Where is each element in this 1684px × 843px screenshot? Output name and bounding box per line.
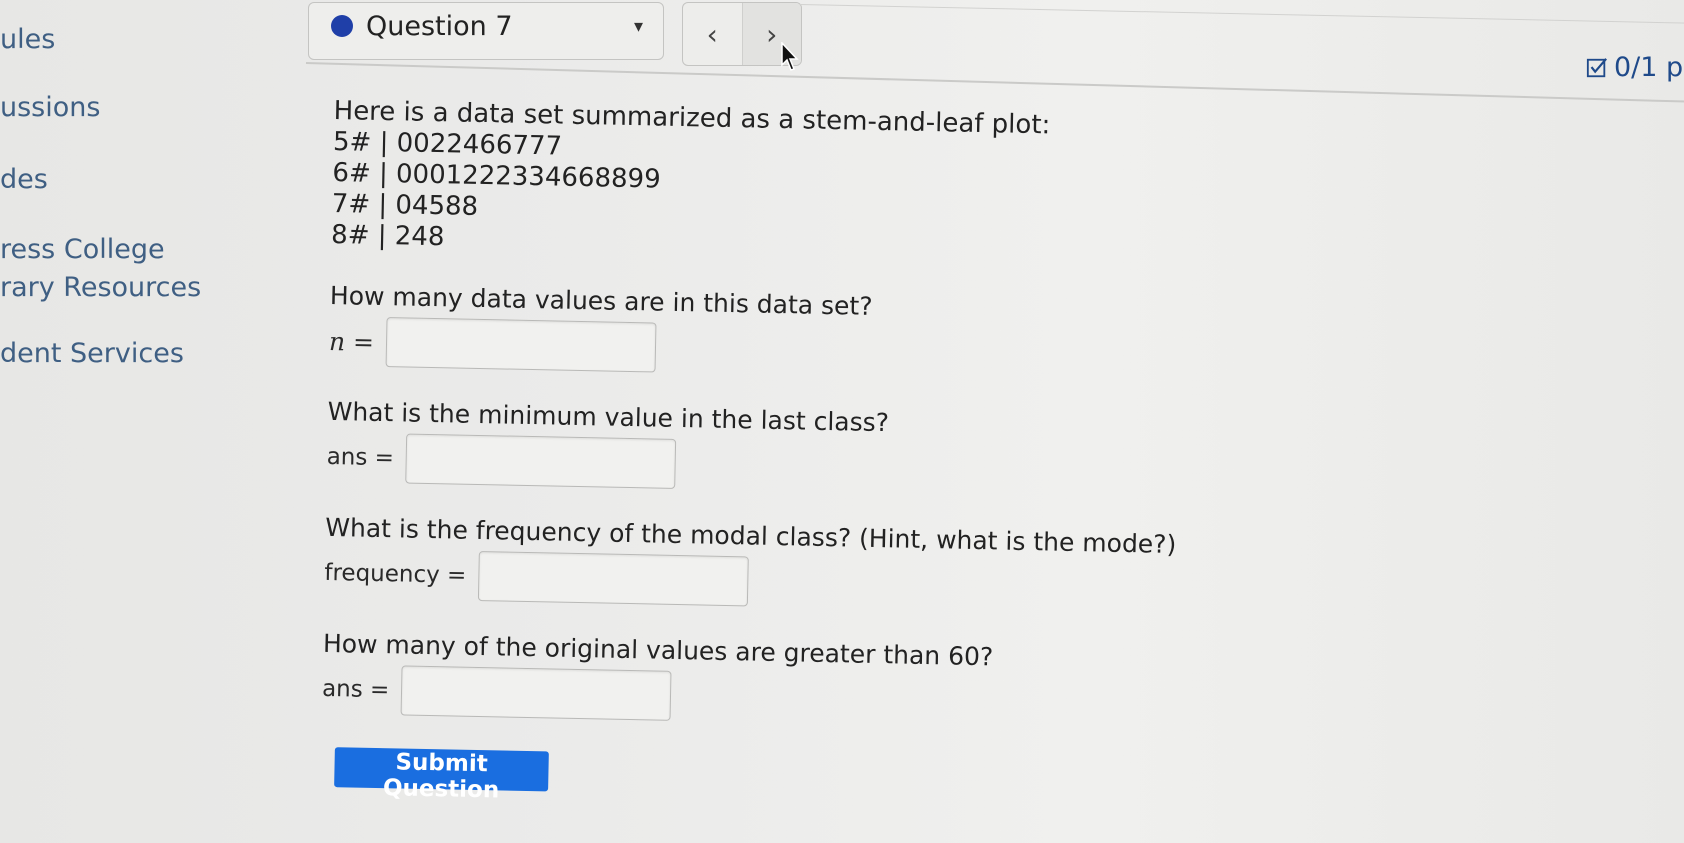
stem-leaf-plot: 5# | 0022466777 6# | 0001222334668899 7#…: [331, 127, 1233, 269]
greater-than-60-input[interactable]: [400, 665, 672, 721]
question-part-2: What is the minimum value in the last cl…: [326, 397, 889, 493]
answer-row: ans =: [326, 432, 888, 493]
header-divider: [305, 62, 1684, 103]
answer-row: ans =: [322, 664, 993, 727]
previous-question-button[interactable]: ‹: [683, 3, 742, 65]
checkbox-icon: [1586, 57, 1608, 77]
question-part-3: What is the frequency of the modal class…: [324, 513, 1177, 615]
question-label: Question 7: [366, 11, 513, 42]
mouse-pointer-icon: [781, 42, 799, 71]
answer-label: ans =: [321, 675, 390, 704]
sidebar-item-discussions[interactable]: ussions: [0, 92, 100, 123]
question-prompt: How many data values are in this data se…: [329, 280, 873, 321]
chevron-right-icon: ›: [766, 17, 778, 51]
answer-row: n =: [329, 316, 873, 377]
question-part-1: How many data values are in this data se…: [329, 281, 873, 377]
sidebar-item-student-services[interactable]: dent Services: [0, 338, 184, 369]
frequency-input[interactable]: [477, 550, 749, 607]
answer-row: frequency =: [324, 548, 1176, 615]
answer-label: ans =: [326, 443, 395, 472]
answer-label: frequency =: [324, 559, 467, 589]
chevron-left-icon: ‹: [706, 17, 718, 51]
question-select[interactable]: Question 7 ▾: [308, 2, 664, 60]
sidebar-item-modules[interactable]: ules: [0, 24, 55, 55]
sidebar-item-library-resources[interactable]: rary Resources: [0, 272, 201, 303]
n-input[interactable]: [385, 317, 657, 373]
status-dot-icon: [331, 15, 353, 37]
question-prompt: What is the minimum value in the last cl…: [327, 396, 890, 438]
question-content: Here is a data set summarized as a stem-…: [322, 95, 1234, 803]
points-text: 0/1 p: [1614, 52, 1684, 83]
top-divider: [799, 4, 1684, 24]
sidebar-item-grades[interactable]: des: [0, 164, 48, 195]
minimum-value-input[interactable]: [405, 433, 677, 489]
sidebar-item-college[interactable]: ress College: [0, 234, 165, 265]
question-part-4: How many of the original values are grea…: [322, 629, 993, 727]
answer-label: n =: [328, 326, 375, 357]
submit-question-button[interactable]: Submit Question: [334, 747, 549, 803]
points-indicator: 0/1 p: [1586, 52, 1683, 83]
chevron-down-icon: ▾: [633, 16, 643, 37]
